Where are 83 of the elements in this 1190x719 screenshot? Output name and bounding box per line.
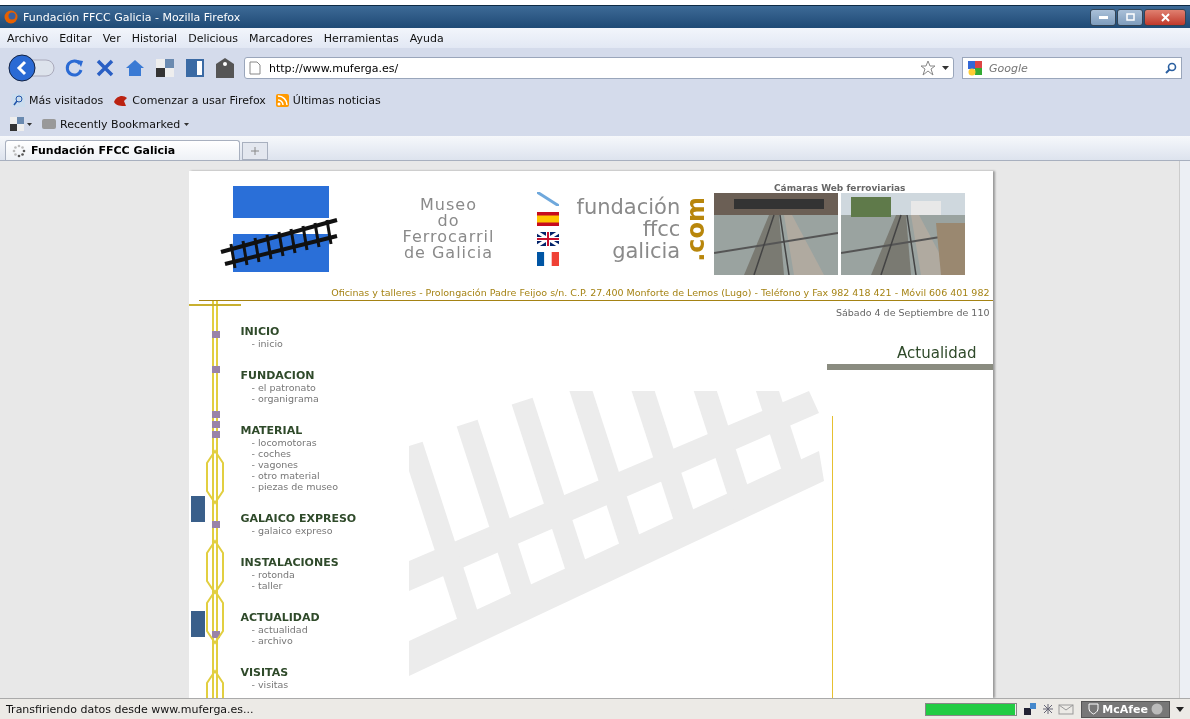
nav-link[interactable]: - rotonda [251,569,357,580]
nav-link[interactable]: - el patronato [251,382,357,393]
menu-item[interactable]: Marcadores [249,31,313,45]
back-button-icon[interactable] [8,54,56,82]
close-button[interactable] [1144,8,1186,26]
google-logo-icon[interactable] [967,60,983,76]
folder-icon [42,119,56,129]
nav-section-link[interactable]: VISITAS [240,666,357,679]
museum-name: Museo do Ferrocarril de Galicia [401,197,496,261]
nav-link[interactable]: - galaico expreso [251,525,357,536]
nav-link[interactable]: - coches [251,448,357,459]
news-heading: Actualidad [826,318,993,370]
address-line: Oficinas y talleres - Prolongación Padre Feijoo s/n. C.P. 27.400 Monforte de Lemos (Lugo) - Teléfono y Fax 982 418 421 - Móvil 606 401 982 [198,287,993,301]
minimize-button[interactable] [1090,8,1116,26]
menu-item[interactable]: Delicious [188,31,239,45]
status-icons-drawing[interactable] [1023,702,1076,716]
bookmark-folder[interactable]: Recently Bookmarked [40,117,192,131]
nav-link[interactable]: - archivo [251,635,357,646]
mcafee-button[interactable]: McAfee [1081,700,1170,718]
nav-section-link[interactable]: INSTALACIONES [240,556,357,569]
bookmark-item[interactable]: Más visitados [10,93,106,107]
star-icon[interactable] [920,60,936,76]
nav-link[interactable]: - vagones [251,459,357,470]
nav-link[interactable]: - organigrama [251,393,357,404]
dropdown-arrow-icon[interactable] [1176,706,1184,712]
nav-link[interactable]: - otro material [251,470,357,481]
minimize-icon [1098,15,1108,19]
tag-icon[interactable] [214,57,236,79]
bookmarks-menu-icon[interactable] [10,117,34,131]
museum-logo-icon [218,186,339,272]
url-field[interactable]: http://www.muferga.es/ [267,60,914,76]
help-icon [1151,703,1163,715]
scrollbar[interactable] [1179,161,1190,698]
loading-spinner-icon [12,143,26,158]
nav-link[interactable]: - taller [251,580,357,591]
stop-icon[interactable] [94,57,116,79]
feed-icon [275,93,289,107]
menu-item[interactable]: Archivo [7,31,49,45]
search-icon [12,93,25,107]
nav-section-link[interactable]: ACTUALIDAD [240,611,357,624]
bookmark-item[interactable]: Últimas noticias [273,93,383,107]
bookmark-tool-icon[interactable] [154,57,176,79]
reload-icon[interactable] [64,57,86,79]
maximize-button[interactable] [1117,8,1143,26]
menu-item[interactable]: Herramientas [323,31,399,45]
maximize-icon [1125,13,1135,21]
nav-link[interactable]: - actualidad [251,624,357,635]
nav-link[interactable]: - piezas de museo [251,481,357,492]
dropdown-arrow-icon [184,122,190,126]
browser-tab[interactable]: Fundación FFCC Galicia [5,140,240,160]
panel-icon[interactable] [184,57,206,79]
firefox-logo-icon [4,10,18,24]
brand-suffix: .com [682,196,711,262]
spanish-flag-icon[interactable] [536,212,559,226]
nav-link[interactable]: - locomotoras [251,437,357,448]
nav-section-link[interactable]: FUNDACION [240,369,357,382]
date-text: Sábado 4 de Septiembre de 110 [835,306,991,318]
french-flag-icon[interactable] [536,252,559,266]
dropdown-arrow-icon[interactable] [942,66,949,70]
search-bar[interactable]: Google [962,57,1182,79]
british-flag-icon[interactable] [536,232,559,246]
plus-icon [251,147,259,155]
menu-item[interactable]: Historial [131,31,178,45]
nav-link[interactable]: - visitas [251,679,357,690]
nav-section-link[interactable]: GALAICO EXPRESO [240,512,357,525]
nav-section-link[interactable]: MATERIAL [240,424,357,437]
nav-link[interactable]: - inicio [251,338,357,349]
webcams-title: Cámaras Web ferroviarias [774,183,906,193]
window-title: Fundación FFCC Galicia - Mozilla Firefox [23,10,242,24]
home-icon[interactable] [124,57,146,79]
menu-item[interactable]: Ayuda [409,31,444,45]
bookmark-item[interactable]: Comenzar a usar Firefox [111,93,268,107]
brand-logo-text: fundación ffcc galicia [576,196,681,262]
menu-item[interactable]: Editar [59,31,92,45]
menu-item[interactable]: Ver [102,31,121,45]
search-icon[interactable] [1165,62,1177,74]
close-icon [1160,12,1170,22]
address-bar[interactable]: http://www.muferga.es/ [244,57,954,79]
page-icon [249,61,261,75]
status-text: Transfiriendo datos desde www.muferga.es... [6,702,255,716]
shield-icon [1088,703,1100,715]
bird-icon [113,93,129,107]
nav-section-link[interactable]: INICIO [240,325,357,338]
